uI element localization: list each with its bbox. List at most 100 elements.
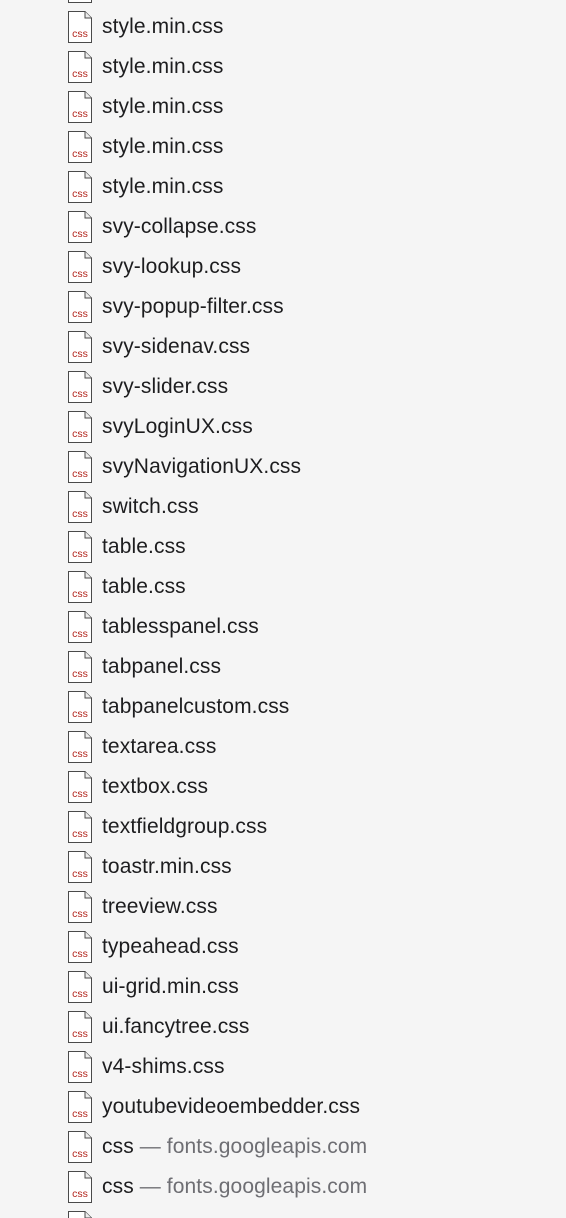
css-file-icon: css bbox=[68, 1011, 92, 1043]
file-name-text: treeview.css bbox=[102, 895, 218, 918]
file-name: tablesspanel.css bbox=[102, 615, 259, 639]
css-file-icon-label: css bbox=[72, 1108, 88, 1120]
file-row[interactable]: css switch.css bbox=[0, 487, 566, 527]
css-file-icon: css bbox=[68, 731, 92, 763]
file-row[interactable]: css svy-sidenav.css bbox=[0, 327, 566, 367]
file-name: typeahead.css bbox=[102, 935, 239, 959]
css-file-icon: css bbox=[68, 1091, 92, 1123]
file-row[interactable]: css ui.fancytree.css bbox=[0, 1007, 566, 1047]
css-file-icon: css bbox=[68, 771, 92, 803]
file-row[interactable]: css treeview.css bbox=[0, 887, 566, 927]
file-row[interactable]: css ui-grid.min.css bbox=[0, 967, 566, 1007]
file-name-text: svy-lookup.css bbox=[102, 255, 242, 278]
css-file-icon: css bbox=[68, 51, 92, 83]
file-name-text: svyNavigationUX.css bbox=[102, 455, 302, 478]
css-file-icon-label: css bbox=[72, 1148, 88, 1160]
file-row[interactable]: css style.min.css bbox=[0, 87, 566, 127]
file-name-text: typeahead.css bbox=[102, 935, 239, 958]
file-row[interactable]: css svy-lookup.css bbox=[0, 247, 566, 287]
css-file-icon-label: css bbox=[72, 668, 88, 680]
css-file-icon-label: css bbox=[72, 1188, 88, 1200]
css-file-icon: css bbox=[68, 291, 92, 323]
file-row[interactable]: css textarea.css bbox=[0, 727, 566, 767]
css-file-icon-label: css bbox=[72, 148, 88, 160]
css-file-icon-label: css bbox=[72, 588, 88, 600]
file-name: switch.css bbox=[102, 495, 199, 519]
file-name-text: youtubevideoembedder.css bbox=[102, 1095, 361, 1118]
file-name: svy-popup-filter.css bbox=[102, 295, 284, 319]
css-file-icon: css bbox=[68, 691, 92, 723]
css-file-icon-label: css bbox=[72, 908, 88, 920]
file-name: textfieldgroup.css bbox=[102, 815, 267, 839]
file-row[interactable]: css style.min.css bbox=[0, 127, 566, 167]
file-name: css — fonts.googleapis.com bbox=[102, 1135, 367, 1159]
css-file-icon: css bbox=[68, 411, 92, 443]
file-row[interactable]: css svy-collapse.css bbox=[0, 207, 566, 247]
file-name: svy-lookup.css bbox=[102, 255, 241, 279]
css-file-icon: css bbox=[68, 531, 92, 563]
domain-separator: — bbox=[133, 1135, 167, 1158]
file-name-text: v4-shims.css bbox=[102, 1055, 225, 1078]
css-file-icon: css bbox=[68, 171, 92, 203]
file-row[interactable]: css style.min.css bbox=[0, 167, 566, 207]
file-row-partial-bottom[interactable]: css bbox=[0, 1207, 566, 1218]
css-file-icon: css bbox=[68, 891, 92, 923]
file-name-text: svy-slider.css bbox=[102, 375, 229, 398]
file-row[interactable]: css svy-popup-filter.css bbox=[0, 287, 566, 327]
file-row[interactable]: css css — fonts.googleapis.com bbox=[0, 1167, 566, 1207]
file-name: svy-sidenav.css bbox=[102, 335, 250, 359]
css-file-icon: css bbox=[68, 1211, 92, 1218]
css-file-icon-label: css bbox=[72, 988, 88, 1000]
file-name-text: tabpanel.css bbox=[102, 655, 222, 678]
css-file-icon-label: css bbox=[72, 708, 88, 720]
file-row[interactable]: css toastr.min.css bbox=[0, 847, 566, 887]
file-row[interactable]: css textfieldgroup.css bbox=[0, 807, 566, 847]
file-name: svy-slider.css bbox=[102, 375, 228, 399]
file-row[interactable]: css v4-shims.css bbox=[0, 1047, 566, 1087]
file-row[interactable]: css typeahead.css bbox=[0, 927, 566, 967]
file-row[interactable]: css table.css bbox=[0, 527, 566, 567]
file-domain: fonts.googleapis.com bbox=[166, 1175, 368, 1198]
file-row[interactable]: css style.min.css bbox=[0, 47, 566, 87]
file-row[interactable]: css tablesspanel.css bbox=[0, 607, 566, 647]
css-file-icon: css bbox=[68, 451, 92, 483]
css-file-icon: css bbox=[68, 651, 92, 683]
file-name-text: style.min.css bbox=[102, 95, 224, 118]
css-file-icon-label: css bbox=[72, 268, 88, 280]
file-name-text: toastr.min.css bbox=[102, 855, 232, 878]
css-file-icon: css bbox=[68, 11, 92, 43]
css-file-icon-label: css bbox=[72, 788, 88, 800]
css-file-icon: css bbox=[68, 331, 92, 363]
file-row[interactable]: css css — fonts.googleapis.com bbox=[0, 1127, 566, 1167]
resource-file-list: css css style.min.css css style.min.css css s… bbox=[0, 0, 566, 1218]
file-row[interactable]: css table.css bbox=[0, 567, 566, 607]
file-name: svyNavigationUX.css bbox=[102, 455, 301, 479]
file-name: style.min.css bbox=[102, 175, 224, 199]
file-row[interactable]: css tabpanelcustom.css bbox=[0, 687, 566, 727]
file-name: table.css bbox=[102, 575, 186, 599]
css-file-icon: css bbox=[68, 571, 92, 603]
file-row[interactable]: css svyLoginUX.css bbox=[0, 407, 566, 447]
css-file-icon: css bbox=[68, 91, 92, 123]
file-name-text: ui.fancytree.css bbox=[102, 1015, 250, 1038]
file-row[interactable]: css tabpanel.css bbox=[0, 647, 566, 687]
file-name-text: textbox.css bbox=[102, 775, 209, 798]
css-file-icon: css bbox=[68, 491, 92, 523]
file-row[interactable]: css textbox.css bbox=[0, 767, 566, 807]
file-row[interactable]: css svyNavigationUX.css bbox=[0, 447, 566, 487]
file-name-text: style.min.css bbox=[102, 55, 224, 78]
file-row[interactable]: css youtubevideoembedder.css bbox=[0, 1087, 566, 1127]
css-file-icon-label: css bbox=[72, 188, 88, 200]
css-file-icon: css bbox=[68, 931, 92, 963]
css-file-icon-label: css bbox=[72, 508, 88, 520]
file-name-text: textarea.css bbox=[102, 735, 217, 758]
file-name: tabpanel.css bbox=[102, 655, 221, 679]
file-row[interactable]: css style.min.css bbox=[0, 7, 566, 47]
file-name-text: css bbox=[102, 1135, 134, 1158]
file-row[interactable]: css svy-slider.css bbox=[0, 367, 566, 407]
file-name: tabpanelcustom.css bbox=[102, 695, 289, 719]
file-row-partial-top[interactable]: css bbox=[0, 0, 566, 7]
file-name: style.min.css bbox=[102, 15, 224, 39]
css-file-icon-label: css bbox=[72, 468, 88, 480]
file-name: svy-collapse.css bbox=[102, 215, 256, 239]
